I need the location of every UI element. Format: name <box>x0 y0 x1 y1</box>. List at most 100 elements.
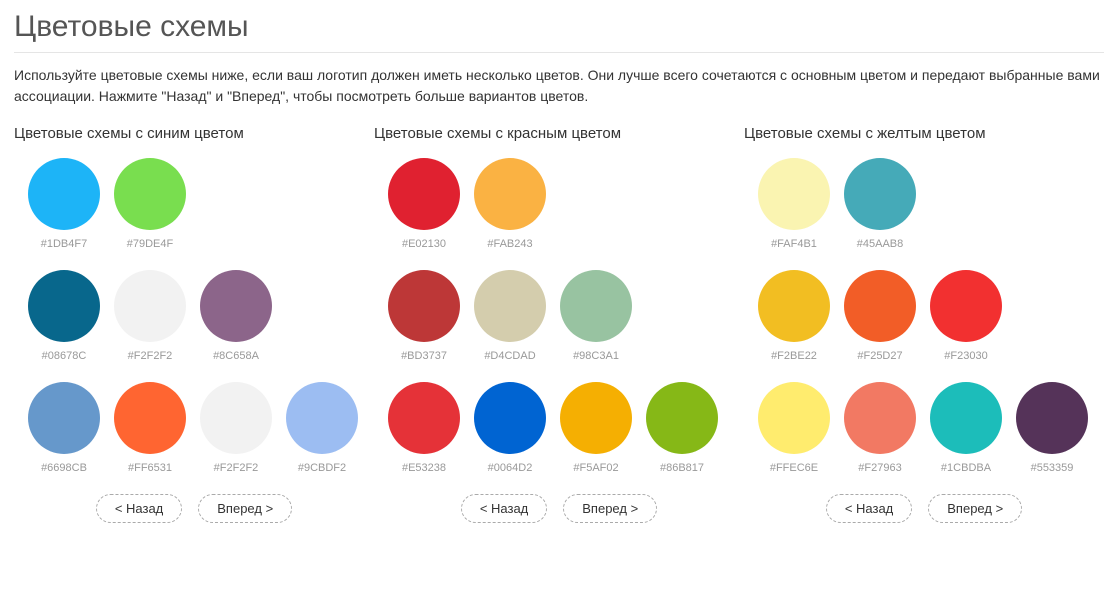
color-swatch <box>560 382 632 454</box>
color-swatch <box>930 382 1002 454</box>
intro-text: Используйте цветовые схемы ниже, если ва… <box>14 65 1104 107</box>
swatch-label: #F2F2F2 <box>128 350 173 362</box>
swatch-wrap[interactable]: #F5AF02 <box>560 382 632 474</box>
color-swatch <box>388 382 460 454</box>
swatch-wrap[interactable]: #8C658A <box>200 270 272 362</box>
swatch-wrap[interactable]: #1CBDBA <box>930 382 1002 474</box>
color-swatch <box>200 382 272 454</box>
color-swatch <box>758 158 830 230</box>
swatch-wrap[interactable]: #86B817 <box>646 382 718 474</box>
swatch-label: #98C3A1 <box>573 350 619 362</box>
swatch-wrap[interactable]: #E02130 <box>388 158 460 250</box>
swatch-wrap[interactable]: #F25D27 <box>844 270 916 362</box>
forward-button[interactable]: Вперед > <box>198 494 292 523</box>
color-swatch <box>560 270 632 342</box>
swatch-label: #F2F2F2 <box>214 462 259 474</box>
scheme-row: #E02130 #FAB243 <box>374 158 744 250</box>
swatch-label: #F25D27 <box>857 350 902 362</box>
swatch-label: #FFEC6E <box>770 462 818 474</box>
swatch-wrap[interactable]: #FFEC6E <box>758 382 830 474</box>
color-swatch <box>1016 382 1088 454</box>
swatch-wrap[interactable]: #79DE4F <box>114 158 186 250</box>
swatch-wrap[interactable]: #F2BE22 <box>758 270 830 362</box>
swatch-label: #0064D2 <box>488 462 533 474</box>
forward-button[interactable]: Вперед > <box>928 494 1022 523</box>
swatch-wrap[interactable]: #553359 <box>1016 382 1088 474</box>
swatch-wrap[interactable]: #1DB4F7 <box>28 158 100 250</box>
swatch-wrap[interactable]: #BD3737 <box>388 270 460 362</box>
swatch-wrap[interactable]: #0064D2 <box>474 382 546 474</box>
color-swatch <box>114 270 186 342</box>
swatch-wrap[interactable]: #FAF4B1 <box>758 158 830 250</box>
swatch-label: #F27963 <box>858 462 901 474</box>
scheme-row: #F2BE22 #F25D27 #F23030 <box>744 270 1104 362</box>
swatch-label: #45AAB8 <box>857 238 903 250</box>
swatch-label: #1DB4F7 <box>41 238 87 250</box>
column-yellow: Цветовые схемы с желтым цветом #FAF4B1 #… <box>744 125 1104 523</box>
swatch-label: #1CBDBA <box>941 462 991 474</box>
color-swatch <box>114 158 186 230</box>
scheme-row: #1DB4F7 #79DE4F <box>14 158 374 250</box>
swatch-label: #FAB243 <box>487 238 532 250</box>
swatch-wrap[interactable]: #F27963 <box>844 382 916 474</box>
forward-button[interactable]: Вперед > <box>563 494 657 523</box>
back-button[interactable]: < Назад <box>461 494 547 523</box>
nav-row: < Назад Вперед > <box>744 494 1104 523</box>
color-swatch <box>114 382 186 454</box>
swatch-label: #BD3737 <box>401 350 447 362</box>
column-title: Цветовые схемы с желтым цветом <box>744 125 1104 142</box>
swatch-label: #8C658A <box>213 350 259 362</box>
swatch-wrap[interactable]: #F2F2F2 <box>200 382 272 474</box>
color-swatch <box>28 382 100 454</box>
color-swatch <box>28 270 100 342</box>
swatch-label: #FAF4B1 <box>771 238 817 250</box>
color-swatch <box>474 270 546 342</box>
color-swatch <box>844 382 916 454</box>
swatch-wrap[interactable]: #D4CDAD <box>474 270 546 362</box>
scheme-row: #6698CB #FF6531 #F2F2F2 #9CBDF2 <box>14 382 374 474</box>
swatch-wrap[interactable]: #E53238 <box>388 382 460 474</box>
back-button[interactable]: < Назад <box>826 494 912 523</box>
swatch-wrap[interactable]: #45AAB8 <box>844 158 916 250</box>
back-button[interactable]: < Назад <box>96 494 182 523</box>
swatch-wrap[interactable]: #F23030 <box>930 270 1002 362</box>
page-title: Цветовые схемы <box>14 10 1104 53</box>
color-swatch <box>758 382 830 454</box>
swatch-label: #08678C <box>42 350 87 362</box>
scheme-row: #E53238 #0064D2 #F5AF02 #86B817 <box>374 382 744 474</box>
column-red: Цветовые схемы с красным цветом #E02130 … <box>374 125 744 523</box>
scheme-row: #BD3737 #D4CDAD #98C3A1 <box>374 270 744 362</box>
color-swatch <box>844 158 916 230</box>
swatch-label: #6698CB <box>41 462 87 474</box>
swatch-label: #F23030 <box>944 350 987 362</box>
color-swatch <box>844 270 916 342</box>
swatch-wrap[interactable]: #F2F2F2 <box>114 270 186 362</box>
color-swatch <box>474 382 546 454</box>
swatch-label: #9CBDF2 <box>298 462 346 474</box>
swatch-label: #86B817 <box>660 462 704 474</box>
nav-row: < Назад Вперед > <box>374 494 744 523</box>
swatch-wrap[interactable]: #6698CB <box>28 382 100 474</box>
color-swatch <box>646 382 718 454</box>
column-title: Цветовые схемы с красным цветом <box>374 125 744 142</box>
swatch-wrap[interactable]: #FF6531 <box>114 382 186 474</box>
swatch-wrap[interactable]: #FAB243 <box>474 158 546 250</box>
scheme-row: #08678C #F2F2F2 #8C658A <box>14 270 374 362</box>
swatch-label: #79DE4F <box>127 238 173 250</box>
color-swatch <box>388 158 460 230</box>
swatch-wrap[interactable]: #98C3A1 <box>560 270 632 362</box>
color-swatch <box>286 382 358 454</box>
scheme-row: #FAF4B1 #45AAB8 <box>744 158 1104 250</box>
color-swatch <box>388 270 460 342</box>
swatch-wrap[interactable]: #9CBDF2 <box>286 382 358 474</box>
swatch-wrap[interactable]: #08678C <box>28 270 100 362</box>
scheme-row: #FFEC6E #F27963 #1CBDBA #553359 <box>744 382 1104 474</box>
color-swatch <box>200 270 272 342</box>
column-title: Цветовые схемы с синим цветом <box>14 125 374 142</box>
column-blue: Цветовые схемы с синим цветом #1DB4F7 #7… <box>14 125 374 523</box>
swatch-label: #E53238 <box>402 462 446 474</box>
swatch-label: #E02130 <box>402 238 446 250</box>
swatch-label: #FF6531 <box>128 462 172 474</box>
swatch-label: #D4CDAD <box>484 350 535 362</box>
color-swatch <box>28 158 100 230</box>
